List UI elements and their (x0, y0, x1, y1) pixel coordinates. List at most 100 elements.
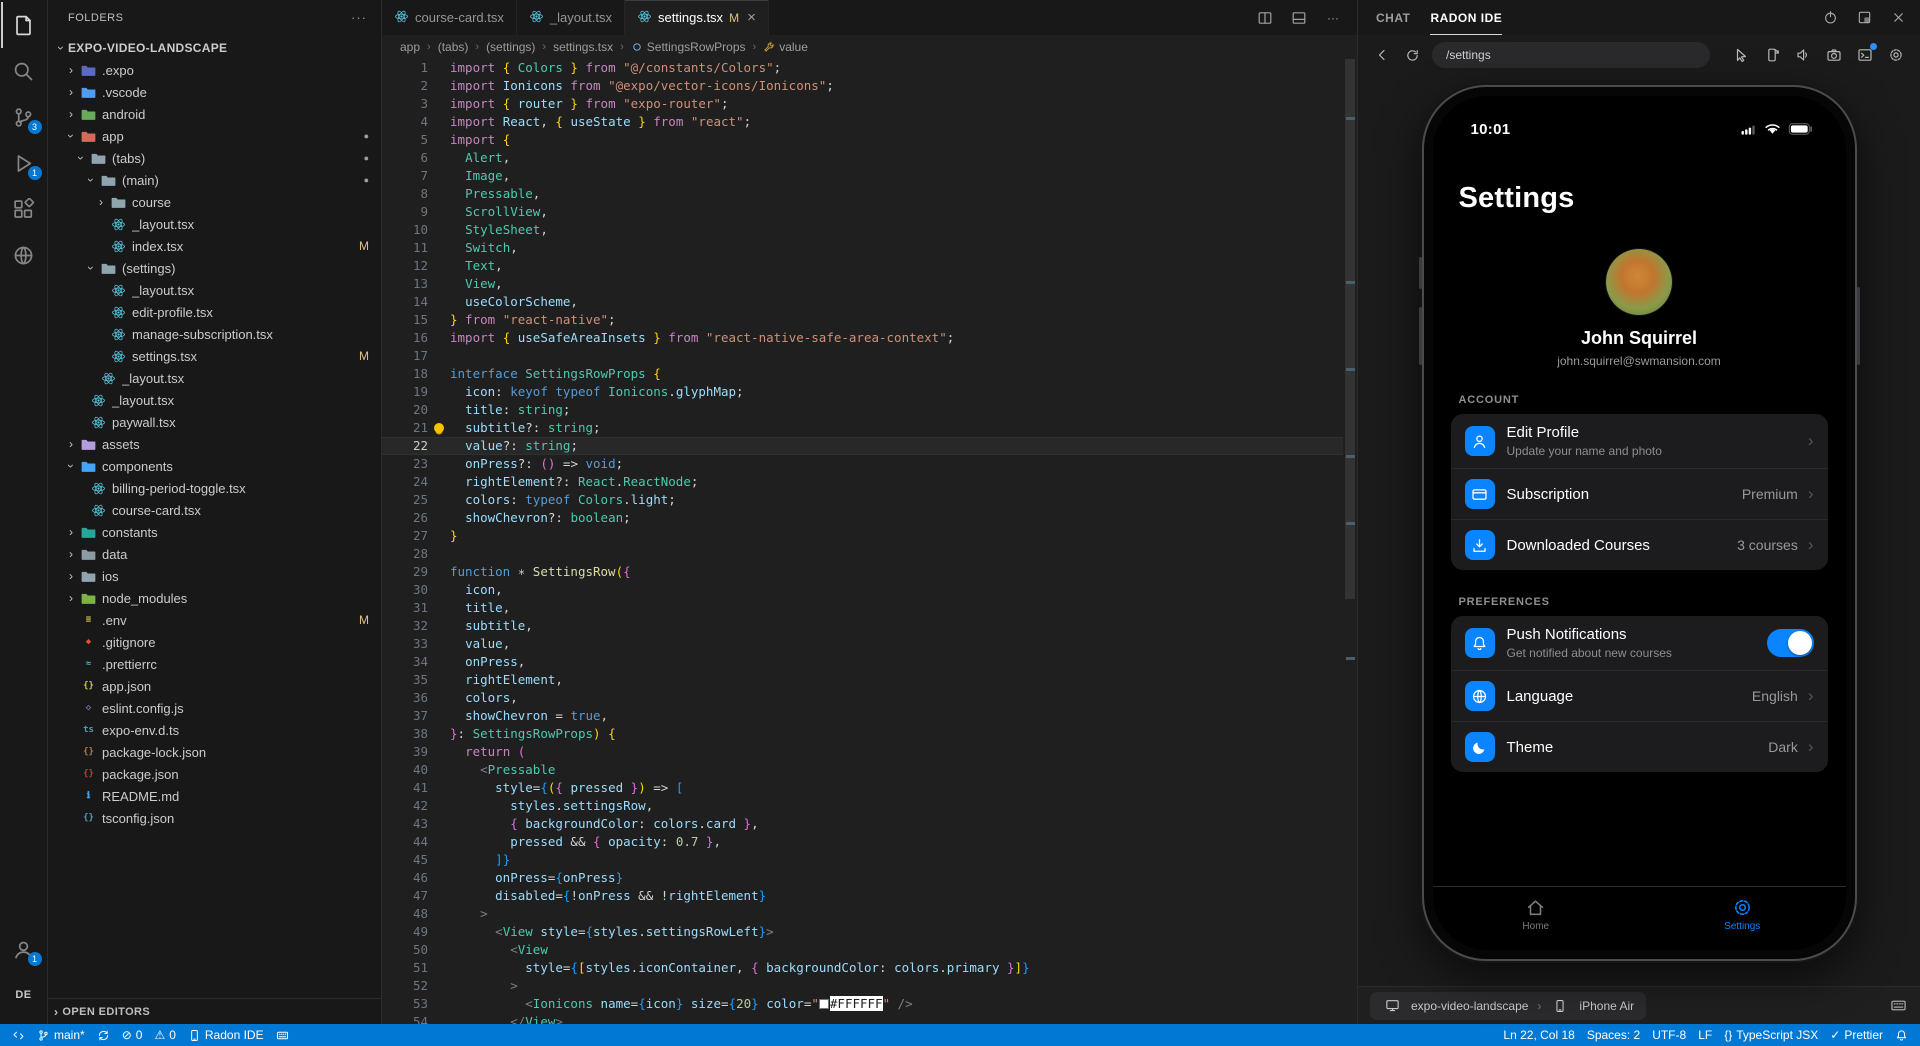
phone-tab-settings[interactable]: Settings (1639, 887, 1846, 942)
code-line-24[interactable]: 24 rightElement?: React.ReactNode; (382, 473, 1357, 491)
tree-item-course[interactable]: ›course (48, 191, 381, 213)
run-debug-icon[interactable]: 1 (1, 140, 47, 186)
tree-item-tsconfig-json[interactable]: {}tsconfig.json (48, 807, 381, 829)
tree-item-course-card-tsx[interactable]: course-card.tsx (48, 499, 381, 521)
code-line-9[interactable]: 9 ScrollView, (382, 203, 1357, 221)
code-line-39[interactable]: 39 return ( (382, 743, 1357, 761)
editor-tab-settings-tsx[interactable]: settings.tsxM× (625, 0, 769, 35)
code-line-38[interactable]: 38}: SettingsRowProps) { (382, 725, 1357, 743)
tree-item-app-json[interactable]: {}app.json (48, 675, 381, 697)
tree-item-app[interactable]: ›app● (48, 125, 381, 147)
code-line-37[interactable]: 37 showChevron = true, (382, 707, 1357, 725)
tree-item-node-modules[interactable]: ›node_modules (48, 587, 381, 609)
code-line-21[interactable]: 21 subtitle?: string; (382, 419, 1357, 437)
editor-tab-layout-tsx[interactable]: _layout.tsx (517, 0, 625, 35)
breadcrumb-settings[interactable]: (settings) (486, 40, 535, 54)
tree-item-paywall-tsx[interactable]: paywall.tsx (48, 411, 381, 433)
power-icon[interactable] (1820, 8, 1840, 28)
tree-item-data[interactable]: ›data (48, 543, 381, 565)
code-line-12[interactable]: 12 Text, (382, 257, 1357, 275)
lightbulb-icon[interactable] (434, 423, 444, 433)
more-actions-icon[interactable]: ··· (351, 10, 367, 25)
tree-item-layout-tsx[interactable]: _layout.tsx (48, 367, 381, 389)
code-line-34[interactable]: 34 onPress, (382, 653, 1357, 671)
profile-de-icon[interactable]: DE (1, 972, 47, 1018)
rotate-device-icon[interactable] (1762, 45, 1782, 65)
tree-item-prettierrc[interactable]: ≈.prettierrc (48, 653, 381, 675)
code-line-22[interactable]: 22 value?: string; (382, 437, 1357, 455)
code-line-4[interactable]: 4import React, { useState } from "react"… (382, 113, 1357, 131)
code-line-36[interactable]: 36 colors, (382, 689, 1357, 707)
code-line-16[interactable]: 16import { useSafeAreaInsets } from "rea… (382, 329, 1357, 347)
code-line-30[interactable]: 30 icon, (382, 581, 1357, 599)
tree-item-eslint-config-js[interactable]: ◇eslint.config.js (48, 697, 381, 719)
code-line-1[interactable]: 1import { Colors } from "@/constants/Col… (382, 59, 1357, 77)
breadcrumb-settings-tsx[interactable]: settings.tsx (553, 40, 613, 54)
extensions-icon[interactable] (1, 186, 47, 232)
panel-tab-chat[interactable]: CHAT (1376, 0, 1410, 35)
code-line-13[interactable]: 13 View, (382, 275, 1357, 293)
split-editor-icon[interactable] (1255, 8, 1275, 28)
settings-row-downloaded-courses[interactable]: Downloaded Courses3 courses› (1451, 519, 1828, 570)
source-control-icon[interactable]: 3 (1, 94, 47, 140)
indentation[interactable]: Spaces: 2 (1581, 1024, 1646, 1046)
device-selector[interactable]: expo-video-landscape › iPhone Air (1370, 992, 1646, 1020)
problems-errors[interactable]: ⊘0 (116, 1024, 149, 1046)
tree-item-android[interactable]: ›android (48, 103, 381, 125)
tree-item-manage-subscription-tsx[interactable]: manage-subscription.tsx (48, 323, 381, 345)
toggle-layout-icon[interactable] (1289, 8, 1309, 28)
tree-item-layout-tsx[interactable]: _layout.tsx (48, 213, 381, 235)
remote-indicator[interactable] (6, 1024, 31, 1046)
code-line-25[interactable]: 25 colors: typeof Colors.light; (382, 491, 1357, 509)
sync-changes[interactable] (91, 1024, 116, 1046)
tree-item-components[interactable]: ›components (48, 455, 381, 477)
tree-item-edit-profile-tsx[interactable]: edit-profile.tsx (48, 301, 381, 323)
scrollbar-thumb[interactable] (1345, 59, 1355, 599)
code-line-53[interactable]: 53 <Ionicons name={icon} size={20} color… (382, 995, 1357, 1013)
cursor-position[interactable]: Ln 22, Col 18 (1497, 1024, 1580, 1046)
more-actions-icon[interactable]: ··· (1323, 8, 1343, 28)
breadcrumb-settingsrowprops[interactable]: SettingsRowProps (631, 40, 746, 54)
code-line-41[interactable]: 41 style={({ pressed }) => [ (382, 779, 1357, 797)
code-line-2[interactable]: 2import Ionicons from "@expo/vector-icon… (382, 77, 1357, 95)
code-line-33[interactable]: 33 value, (382, 635, 1357, 653)
device-settings-icon[interactable] (1886, 45, 1906, 65)
code-line-49[interactable]: 49 <View style={styles.settingsRowLeft}> (382, 923, 1357, 941)
tree-item-billing-period-toggle-tsx[interactable]: billing-period-toggle.tsx (48, 477, 381, 499)
avatar[interactable] (1606, 249, 1672, 315)
code-line-15[interactable]: 15} from "react-native"; (382, 311, 1357, 329)
code-line-29[interactable]: 29function ∗ SettingsRow({ (382, 563, 1357, 581)
tree-item-expo-env-d-ts[interactable]: tsexpo-env.d.ts (48, 719, 381, 741)
language-mode[interactable]: {}TypeScript JSX (1718, 1024, 1824, 1046)
encoding[interactable]: UTF-8 (1646, 1024, 1692, 1046)
back-icon[interactable] (1372, 45, 1392, 65)
tree-item-package-json[interactable]: {}package.json (48, 763, 381, 785)
tree-item-tabs[interactable]: ›(tabs)● (48, 147, 381, 169)
breadcrumb-app[interactable]: app (400, 40, 420, 54)
tree-item-index-tsx[interactable]: index.tsxM (48, 235, 381, 257)
tree-item-settings[interactable]: ›(settings) (48, 257, 381, 279)
tree-item-vscode[interactable]: ›.vscode (48, 81, 381, 103)
code-line-52[interactable]: 52 > (382, 977, 1357, 995)
toggle-on[interactable] (1767, 629, 1814, 657)
phone-screen[interactable]: 10:01 Settings John Squirrel john.squirr… (1433, 96, 1846, 950)
inspect-element-icon[interactable] (1731, 45, 1751, 65)
close-icon[interactable]: × (747, 10, 756, 25)
code-line-18[interactable]: 18interface SettingsRowProps { (382, 365, 1357, 383)
code-line-19[interactable]: 19 icon: keyof typeof Ionicons.glyphMap; (382, 383, 1357, 401)
code-line-47[interactable]: 47 disabled={!onPress && !rightElement} (382, 887, 1357, 905)
breadcrumb-tabs[interactable]: (tabs) (438, 40, 469, 54)
panel-tab-radon-ide[interactable]: RADON IDE (1430, 0, 1502, 35)
keyboard-status[interactable] (270, 1024, 295, 1046)
settings-row-language[interactable]: LanguageEnglish› (1451, 670, 1828, 721)
keyboard-icon[interactable] (1888, 996, 1908, 1016)
tree-item-gitignore[interactable]: ◆.gitignore (48, 631, 381, 653)
code-line-43[interactable]: 43 { backgroundColor: colors.card }, (382, 815, 1357, 833)
code-line-45[interactable]: 45 ]} (382, 851, 1357, 869)
tree-item-assets[interactable]: ›assets (48, 433, 381, 455)
code-line-28[interactable]: 28 (382, 545, 1357, 563)
code-line-10[interactable]: 10 StyleSheet, (382, 221, 1357, 239)
code-line-54[interactable]: 54 </View> (382, 1013, 1357, 1024)
code-line-7[interactable]: 7 Image, (382, 167, 1357, 185)
tree-item-constants[interactable]: ›constants (48, 521, 381, 543)
